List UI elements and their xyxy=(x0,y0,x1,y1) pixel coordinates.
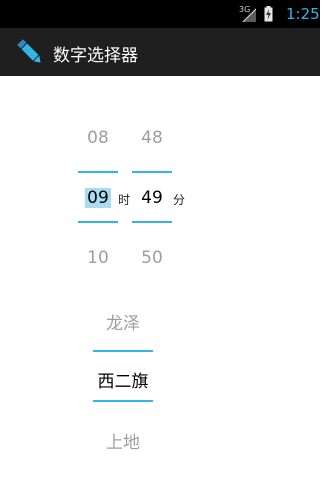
status-bar: 3G 1:25 xyxy=(0,0,320,28)
hour-current-value[interactable]: 09 xyxy=(78,188,118,208)
minute-divider-bottom xyxy=(132,221,172,223)
minute-prev-value[interactable]: 48 xyxy=(132,128,172,148)
minute-current-value[interactable]: 49 xyxy=(132,188,172,208)
hour-divider-bottom xyxy=(78,221,118,223)
hour-next-value[interactable]: 10 xyxy=(78,248,118,268)
picker-content: 08 09 10 时 48 49 50 分 龙泽 西二旗 上地 xyxy=(0,76,320,477)
hour-divider-top xyxy=(78,171,118,173)
pencil-icon[interactable] xyxy=(14,36,46,68)
location-current-value[interactable]: 西二旗 xyxy=(88,367,158,392)
clock: 1:25 xyxy=(286,5,320,23)
minute-next-value[interactable]: 50 xyxy=(132,248,172,268)
hour-unit-label: 时 xyxy=(118,193,131,207)
location-divider-top xyxy=(93,350,153,352)
app-title: 数字选择器 xyxy=(53,46,138,66)
screen: 3G 1:25 数字选择器 08 09 10 时 48 49 50 分 龙泽 西… xyxy=(0,0,328,477)
signal-icon xyxy=(242,8,256,22)
battery-charging-icon xyxy=(264,6,273,22)
location-divider-bottom xyxy=(93,400,153,402)
action-bar: 数字选择器 xyxy=(0,28,320,76)
minute-divider-top xyxy=(132,171,172,173)
location-next-value[interactable]: 上地 xyxy=(88,428,158,453)
hour-selected-text[interactable]: 09 xyxy=(85,188,111,208)
location-prev-value[interactable]: 龙泽 xyxy=(88,309,158,334)
hour-prev-value[interactable]: 08 xyxy=(78,128,118,148)
minute-unit-label: 分 xyxy=(173,193,186,207)
